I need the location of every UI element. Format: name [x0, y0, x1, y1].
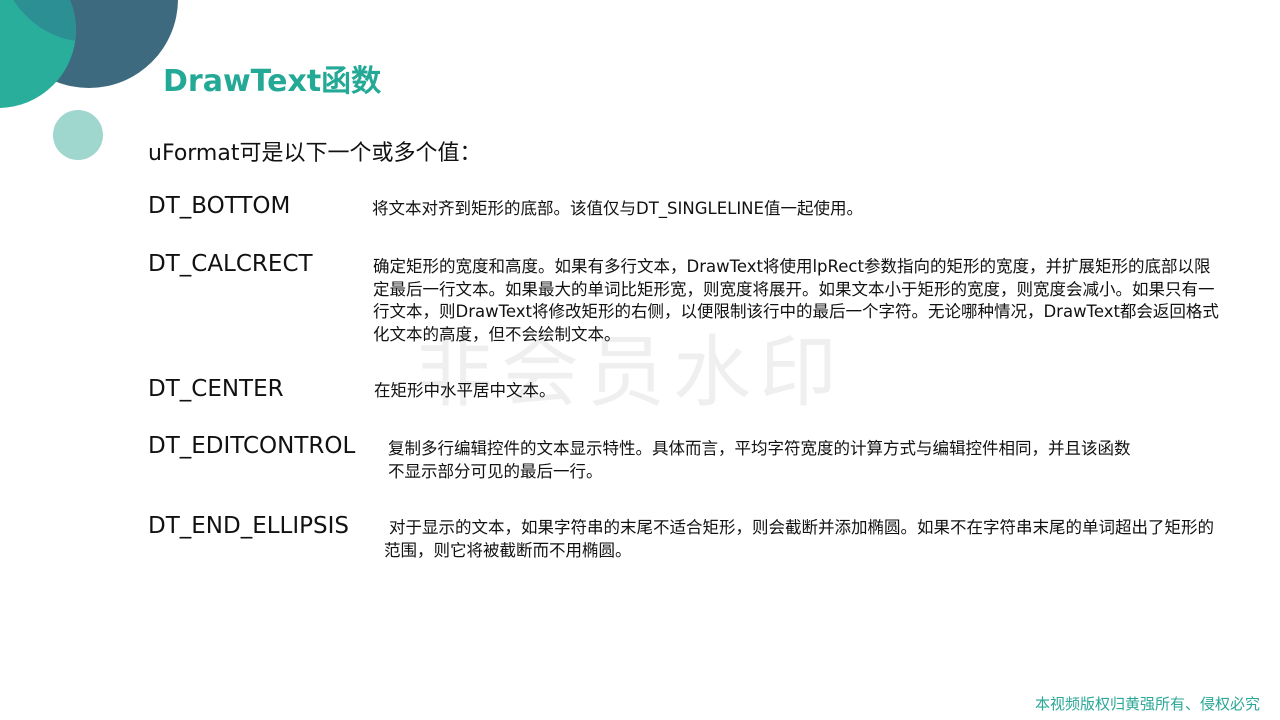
desc-dt-editcontrol: 复制多行编辑控件的文本显示特性。具体而言，平均字符宽度的计算方式与编辑控件相同，…	[388, 439, 1131, 481]
desc-dt-calcrect: 确定矩形的宽度和高度。如果有多行文本，DrawText将使用lpRect参数指向…	[373, 257, 1219, 344]
decorative-circle-small	[53, 110, 103, 160]
intro-text: uFormat可是以下一个或多个值：	[148, 141, 482, 166]
desc-dt-bottom: 将文本对齐到矩形的底部。该值仅与DT_SINGLELINE值一起使用。	[372, 199, 863, 218]
slide: DrawText函数 uFormat可是以下一个或多个值： 非会员水印 DT_B…	[0, 0, 1280, 720]
term-dt-calcrect: DT_CALCRECT	[148, 251, 313, 277]
desc-dt-end-ellipsis: 对于显示的文本，如果字符串的末尾不适合矩形，则会截断并添加椭圆。如果不在字符串末…	[384, 518, 1214, 560]
term-dt-bottom: DT_BOTTOM	[148, 193, 291, 219]
term-dt-end-ellipsis: DT_END_ELLIPSIS	[148, 513, 350, 539]
slide-title: DrawText函数	[163, 64, 382, 99]
term-dt-center: DT_CENTER	[148, 376, 284, 402]
copyright-notice: 本视频版权归黄强所有、侵权必究	[1034, 695, 1260, 713]
term-dt-editcontrol: DT_EDITCONTROL	[148, 433, 356, 459]
desc-dt-center: 在矩形中水平居中文本。	[374, 381, 556, 400]
